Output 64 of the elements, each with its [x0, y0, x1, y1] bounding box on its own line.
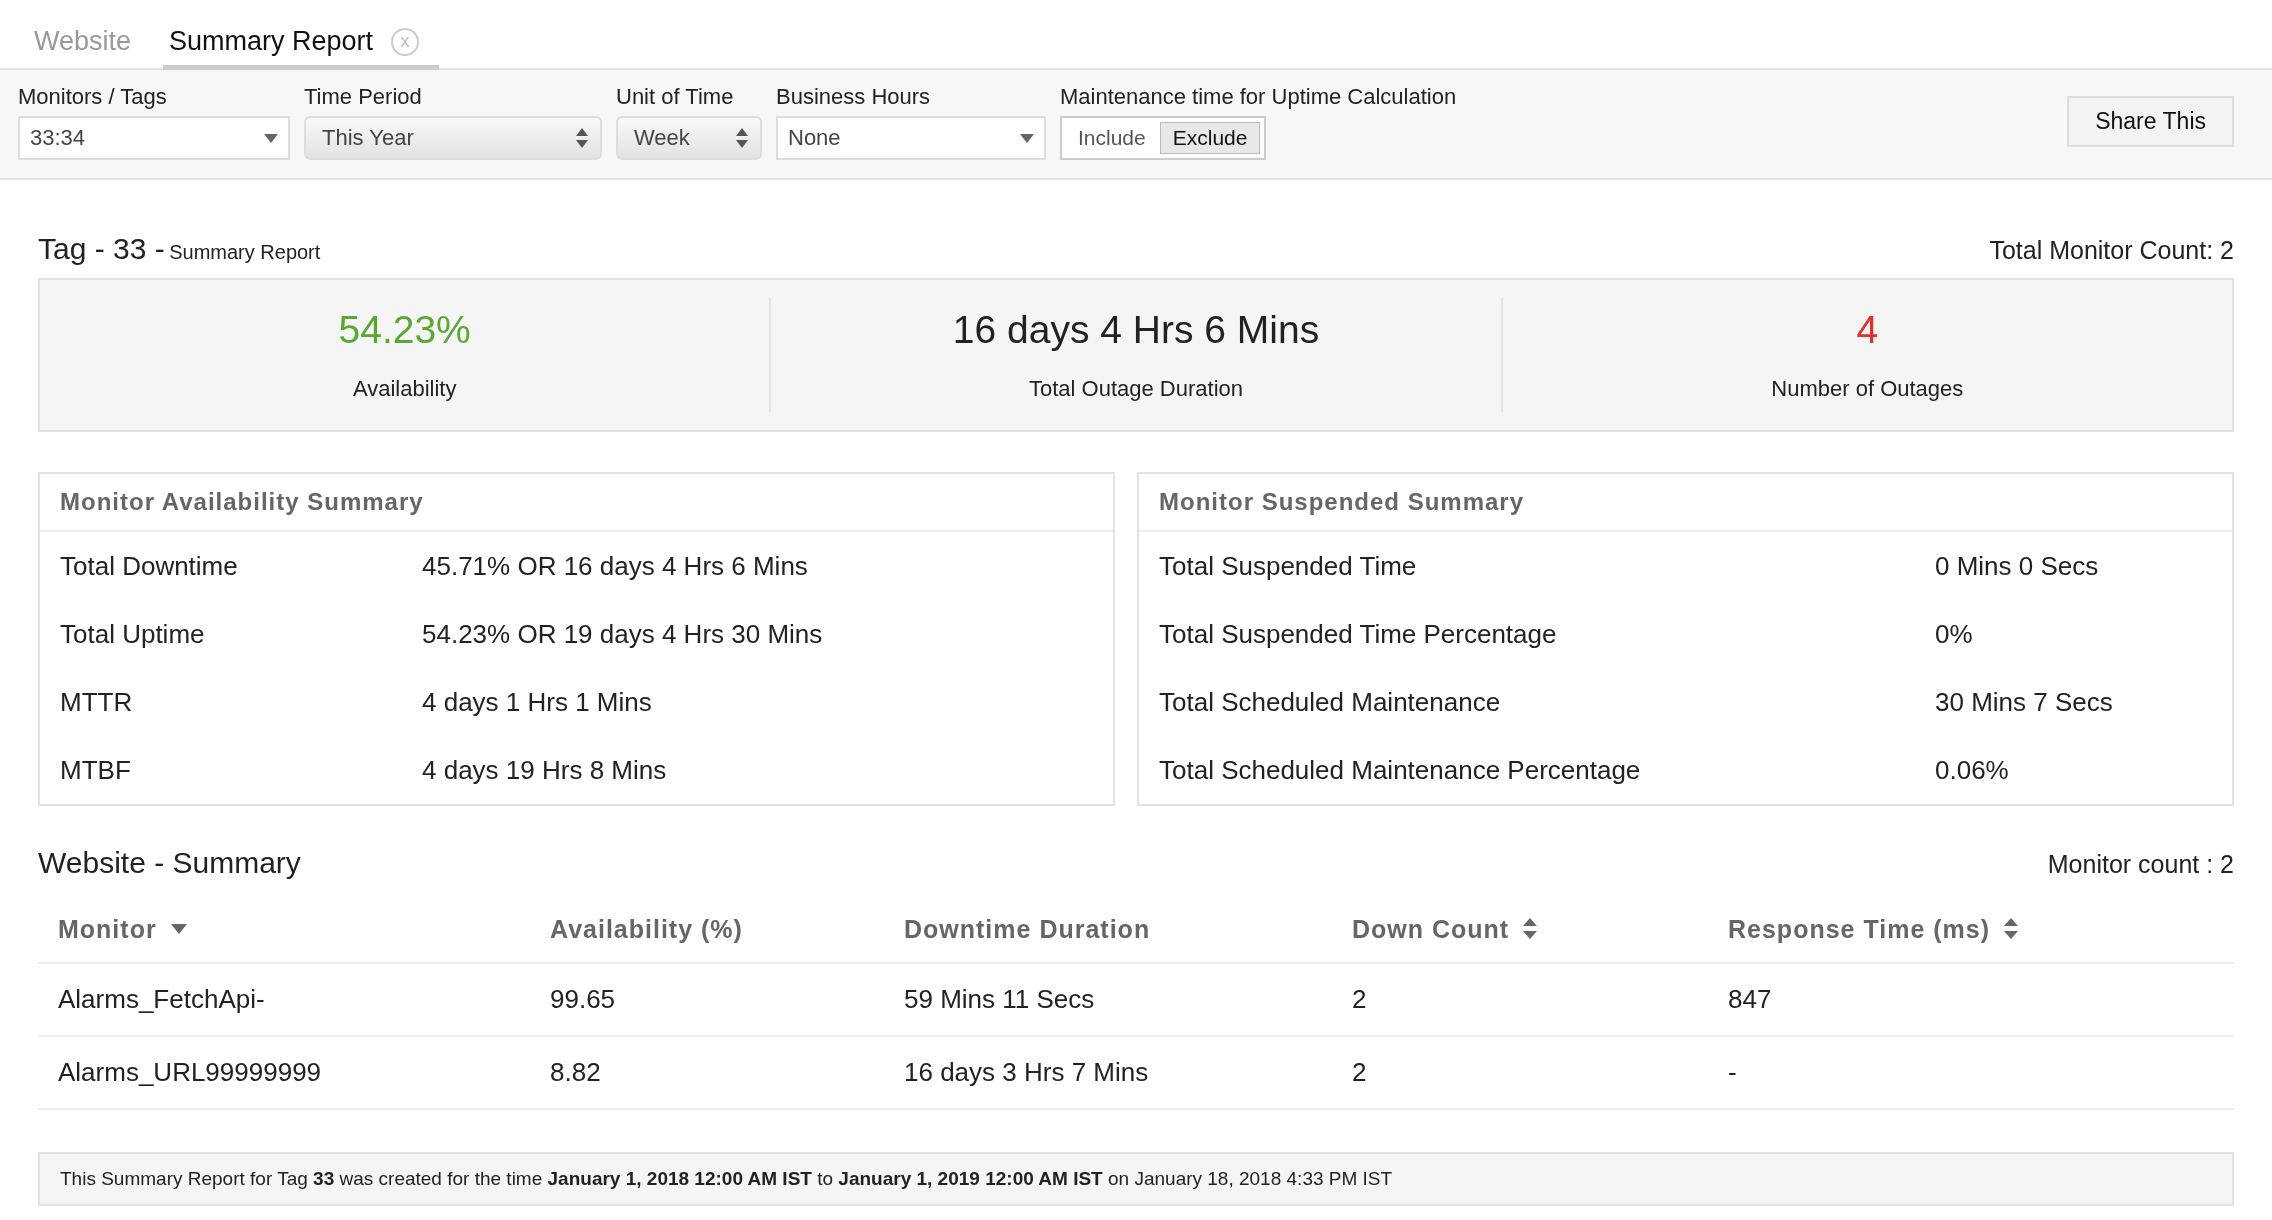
row-label: Total Scheduled Maintenance Percentage: [1159, 754, 1642, 786]
report-subtitle: Summary Report: [169, 241, 321, 263]
stat-value: 16 days 4 Hrs 6 Mins: [952, 308, 1320, 352]
select-field[interactable]: None: [776, 116, 1046, 160]
panel-title: Monitor Suspended Summary: [1159, 488, 1525, 515]
table-cell: 59 Mins 11 Secs: [904, 984, 1095, 1014]
select-field[interactable]: This Year: [304, 116, 602, 160]
row-value: 4 days 1 Hrs 1 Mins: [422, 686, 652, 718]
dropdown-arrow-icon: [264, 133, 278, 143]
table-cell: 847: [1728, 984, 1772, 1014]
table-cell: 99.65: [550, 984, 616, 1014]
toggle-option[interactable]: Include: [1066, 122, 1158, 154]
stat-label: Number of Outages: [1771, 376, 1964, 402]
column-header[interactable]: Down Count: [1352, 914, 1538, 944]
table-cell: 2: [1352, 984, 1367, 1014]
panel-title: Monitor Availability Summary: [60, 488, 424, 515]
row-label: MTTR: [60, 686, 134, 718]
dropdown-arrow-icon: [1020, 133, 1034, 143]
filter-label: Unit of Time: [616, 84, 735, 110]
table-cell: Alarms_FetchApi-: [58, 984, 265, 1014]
row-label: Total Suspended Time: [1159, 550, 1418, 582]
row-value: 0%: [1935, 618, 1973, 650]
row-label: Total Scheduled Maintenance: [1159, 686, 1502, 718]
column-header[interactable]: Monitor: [58, 914, 187, 944]
footer-note: This Summary Report for Tag 33 was created for the time January 1, 2018 12:00 AM IST to January 1, 2019 12:00 AM IST on January 18, 2018 4:33 PM IST: [38, 1152, 2234, 1206]
share-button[interactable]: Share This: [2067, 96, 2234, 147]
column-header[interactable]: Availability (%): [550, 914, 743, 944]
table-cell: -: [1728, 1057, 1737, 1087]
spinner-arrows-icon: [736, 128, 748, 148]
select-field[interactable]: Week: [616, 116, 762, 160]
filter-label: Maintenance time for Uptime Calculation: [1060, 84, 1457, 110]
stat-value: 54.23%: [338, 308, 471, 352]
toggle-option[interactable]: Exclude: [1159, 122, 1261, 154]
stat-label: Total Outage Duration: [1028, 376, 1243, 402]
monitor-count: Total Monitor Count: 2: [1989, 236, 2234, 265]
row-value: 54.23% OR 19 days 4 Hrs 30 Mins: [422, 618, 823, 650]
row-label: Total Suspended Time Percentage: [1159, 618, 1558, 650]
monitor-count: Monitor count : 2: [2047, 850, 2234, 879]
row-value: 45.71% OR 16 days 4 Hrs 6 Mins: [422, 550, 808, 582]
filter-label: Business Hours: [776, 84, 932, 110]
row-value: 4 days 19 Hrs 8 Mins: [422, 754, 667, 786]
sort-icon: [2004, 918, 2019, 940]
filter-label: Monitors / Tags: [18, 84, 168, 110]
report-title: Tag - 33 -: [38, 232, 165, 265]
row-value: 30 Mins 7 Secs: [1935, 686, 2113, 718]
row-value: 0 Mins 0 Secs: [1935, 550, 2099, 582]
row-label: MTBF: [60, 754, 132, 786]
table-cell: Alarms_URL99999999: [58, 1057, 322, 1087]
sort-icon: [1523, 918, 1538, 940]
row-label: Total Uptime: [60, 618, 206, 650]
row-label: Total Downtime: [60, 550, 239, 582]
column-header[interactable]: Response Time (ms): [1728, 914, 2019, 944]
section-title: Website - Summary: [38, 846, 301, 880]
table-cell: 2: [1352, 1057, 1367, 1087]
sort-down-icon: [170, 924, 187, 934]
spinner-arrows-icon: [576, 128, 588, 148]
filter-label: Time Period: [304, 84, 423, 110]
row-value: 0.06%: [1935, 754, 2009, 786]
table-cell: 16 days 3 Hrs 7 Mins: [904, 1057, 1149, 1087]
stat-label: Availability: [352, 376, 457, 402]
table-cell: 8.82: [550, 1057, 601, 1087]
select-field[interactable]: 33:34: [18, 116, 290, 160]
stat-value: 4: [1856, 308, 1879, 352]
column-header[interactable]: Downtime Duration: [904, 914, 1151, 944]
